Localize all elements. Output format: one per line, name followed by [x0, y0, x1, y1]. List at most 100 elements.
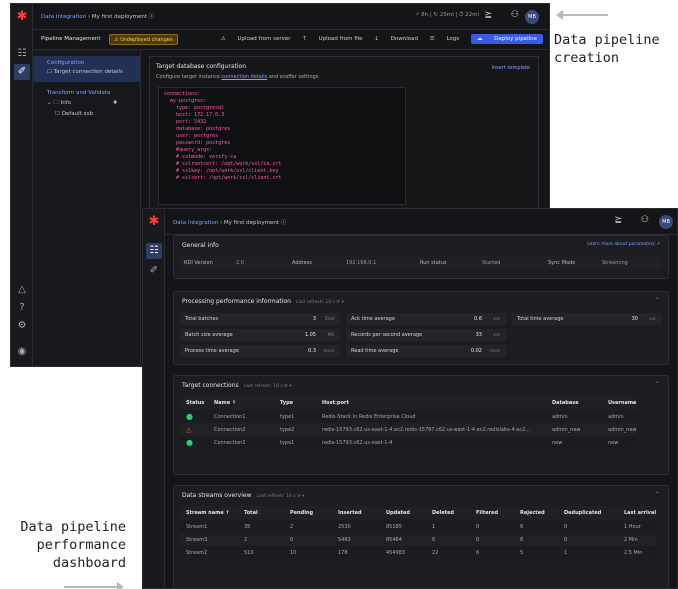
- lightbulb-icon[interactable]: ⚇: [511, 10, 519, 20]
- yaml-editor[interactable]: connections: my-postgres: type: postgres…: [158, 87, 406, 205]
- annotation-dashboard: Data pipeline performance dashboard: [20, 519, 126, 571]
- target-connection-details[interactable]: ☐ Target connection details: [33, 69, 140, 75]
- file-item[interactable]: ☐ Default.xsb: [33, 111, 140, 117]
- notifications-icon[interactable]: △: [14, 282, 30, 298]
- table-header: Status Name ↑ Type Host:port Database Us…: [180, 396, 637, 410]
- avatar[interactable]: MB: [525, 10, 539, 24]
- redis-logo-icon[interactable]: ✱: [147, 215, 161, 229]
- info-icon[interactable]: ⓘ: [149, 14, 155, 20]
- upload-file-button[interactable]: ↑ Upload from file: [302, 36, 362, 42]
- target-connections-card: Target connections Last refresh: 10 s ⟳ ▾…: [173, 375, 669, 475]
- metric-records-per-second: Records per second average 33 sec: [346, 329, 506, 341]
- top-bar: Data Integration › My first deployment ⓘ…: [165, 209, 677, 235]
- avatar[interactable]: MB: [659, 215, 673, 229]
- chevron-up-icon[interactable]: ⌃: [655, 381, 660, 388]
- download-button[interactable]: ↓ Download: [374, 36, 418, 42]
- configuration-section[interactable]: Configuration ☐ Target connection detail…: [33, 56, 140, 82]
- metric-total-time: Total time average 30 sec: [512, 313, 662, 325]
- share-icon[interactable]: ⪴: [615, 215, 623, 225]
- metric-batch-size: Batch size average 1.05 MB: [180, 329, 340, 341]
- top-icons: ⪴ ⚇: [469, 10, 520, 20]
- breadcrumb-sep: ›: [87, 14, 91, 20]
- sort-stream-header[interactable]: Stream name ↑: [180, 506, 238, 520]
- toolbar-actions: ⚠ Upload from server ↑ Upload from file …: [211, 34, 543, 44]
- target-connections-table: Status Name ↑ Type Host:port Database Us…: [180, 396, 637, 449]
- add-job-icon[interactable]: ✚: [113, 100, 118, 106]
- table-header: Stream name ↑ Total Pending Inserted Upd…: [180, 506, 657, 520]
- redis-logo-icon[interactable]: ✱: [15, 10, 29, 24]
- configuration-label: Configuration: [47, 60, 85, 66]
- upload-server-button[interactable]: ⚠ Upload from server: [221, 36, 291, 42]
- deploy-button[interactable]: ☁ Deploy pipeline: [470, 34, 543, 44]
- table-row[interactable]: △ Connection2 type2 redis-15793.c62.us-e…: [180, 423, 637, 436]
- refresh-control[interactable]: Last refresh: 10 s ⟳ ▾: [257, 494, 305, 499]
- pipeline-icon[interactable]: ✐: [14, 64, 30, 80]
- connection-details-link[interactable]: connection details: [221, 74, 267, 80]
- table-row[interactable]: ● Connection1 type1 Redis-Stack in Redis…: [180, 410, 637, 423]
- breadcrumb-current: My first deployment: [91, 14, 148, 20]
- data-streams-table: Stream name ↑ Total Pending Inserted Upd…: [180, 506, 657, 559]
- processing-performance-card: Processing performance information Last r…: [173, 291, 669, 365]
- pipeline-toolbar: Pipeline Management ⚠ Undeployed changes…: [33, 30, 549, 50]
- metric-ack-time: Ack time average 0.6 sec: [346, 313, 506, 325]
- nav-rail: ✱ ☷ ✐: [143, 209, 165, 588]
- table-row[interactable]: Stream3 2 0 5483 85484 6 0 8 0 2 Min: [180, 533, 657, 546]
- refresh-control[interactable]: Last refresh: 10 s ⟳ ▾: [244, 384, 292, 389]
- databases-icon[interactable]: ☷: [146, 243, 162, 259]
- general-info-title: General info: [182, 242, 219, 249]
- chevron-up-icon[interactable]: ⌃: [655, 297, 660, 304]
- transform-section: Transform and Validate ⌄ 🗀 Info ✚ ☐ Defa…: [33, 90, 140, 117]
- lightbulb-icon[interactable]: ⚇: [641, 215, 649, 225]
- editor-subtitle: Configure target instance connection det…: [156, 74, 320, 80]
- logs-button[interactable]: ☰ Logs: [430, 36, 459, 42]
- editor-title: Target database configuration: [156, 63, 246, 70]
- status-ok-icon: ●: [186, 438, 193, 447]
- warning-icon: ⚠: [114, 37, 119, 43]
- address: 192.168.0.1: [346, 260, 377, 266]
- metric-process-time: Process time average 0.3 msec: [180, 345, 340, 357]
- refresh-control[interactable]: Last refresh: 10 s ⟳ ▾: [296, 300, 344, 305]
- status-warning-icon: △: [186, 425, 192, 434]
- table-row[interactable]: ● Connection3 type1 redis-15793.c62.us-e…: [180, 436, 637, 449]
- arrow-right-icon: [64, 582, 124, 589]
- table-row[interactable]: Stream1 35 2 2530 85185 1 0 6 0 1 Hour: [180, 520, 657, 533]
- undeployed-badge: ⚠ Undeployed changes: [109, 34, 178, 45]
- performance-dashboard-window: ✱ ☷ ✐ Data Integration › My first deploy…: [142, 208, 678, 589]
- help-icon[interactable]: ?: [14, 300, 30, 316]
- databases-icon[interactable]: ☷: [14, 46, 30, 62]
- share-icon[interactable]: ⪴: [485, 10, 493, 20]
- insert-template-link[interactable]: Insert template: [491, 65, 530, 71]
- arrow-left-icon: [556, 10, 608, 20]
- nav-rail: ✱ ☷ ✐ △ ? ⚙ ◉: [11, 4, 33, 366]
- target-connections-title: Target connections Last refresh: 10 s ⟳ ▾: [182, 382, 292, 389]
- top-icons: ⪴ ⚇: [599, 215, 650, 225]
- general-info-card: General info Learn more about parameters…: [173, 235, 669, 279]
- breadcrumb-current: My first deployment: [223, 220, 280, 226]
- transform-label: Transform and Validate: [47, 90, 111, 96]
- chevron-up-icon[interactable]: ⌃: [655, 491, 660, 498]
- info-icon[interactable]: ⓘ: [281, 220, 287, 226]
- sync-mode: Streaming: [602, 260, 628, 266]
- pipeline-tree: Configuration ☐ Target connection detail…: [33, 50, 141, 366]
- github-icon[interactable]: ◉: [14, 344, 30, 360]
- sort-name-header[interactable]: Name ↑: [208, 396, 274, 410]
- folder-item[interactable]: ⌄ 🗀 Info ✚: [33, 99, 140, 108]
- breadcrumb-root[interactable]: Data Integration: [41, 14, 86, 20]
- breadcrumb: Data Integration › My first deployment ⓘ: [41, 12, 154, 20]
- table-row[interactable]: Stream2 510 10 178 454983 22 6 5 1 2.5 Min: [180, 546, 657, 559]
- breadcrumb: Data Integration › My first deployment ⓘ: [173, 218, 286, 226]
- run-status: Started: [482, 260, 501, 266]
- status-ok-icon: ●: [186, 412, 193, 421]
- processing-title: Processing performance information Last r…: [182, 298, 344, 305]
- breadcrumb-root[interactable]: Data Integration: [173, 220, 218, 226]
- breadcrumb-sep: ›: [219, 220, 223, 226]
- pipeline-icon[interactable]: ✐: [146, 263, 162, 279]
- pipeline-management-title: Pipeline Management: [41, 36, 101, 42]
- metric-total-batches: Total batches 3 Total: [180, 313, 340, 325]
- rdi-version: 2.0: [236, 260, 244, 266]
- data-streams-title: Data streams overview Last refresh: 10 s …: [182, 492, 305, 499]
- annotation-creation: Data pipeline creation: [554, 32, 660, 66]
- settings-icon[interactable]: ⚙: [14, 318, 30, 334]
- learn-more-link[interactable]: Learn more about parameters ↗: [587, 242, 660, 247]
- metric-read-time: Read time average 0.02 msec: [346, 345, 506, 357]
